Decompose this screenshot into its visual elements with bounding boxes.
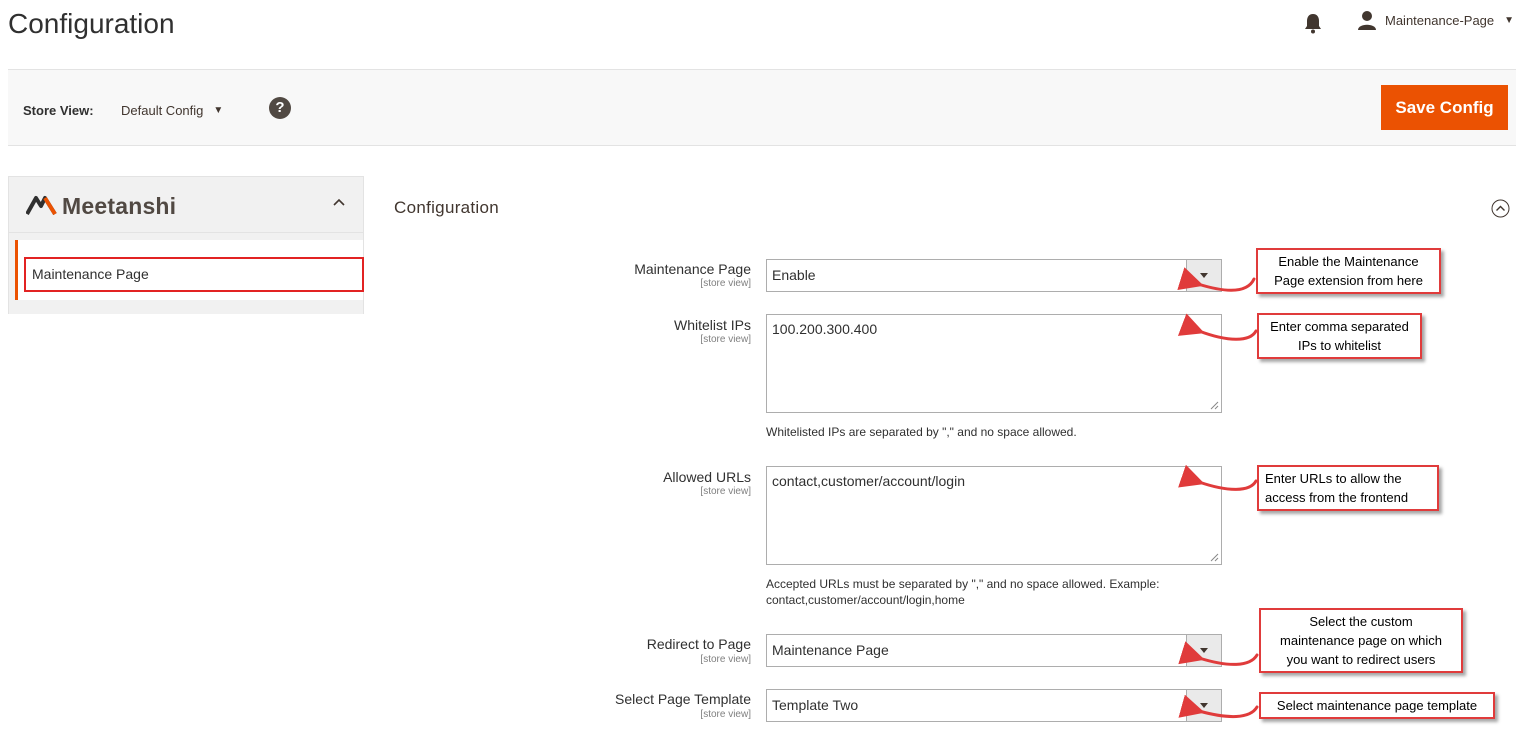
maintenance-page-label: Maintenance Page [634,261,751,277]
allowed-urls-value: contact,customer/account/login [772,473,965,489]
callout-text: access from the frontend [1265,490,1409,505]
user-name: Maintenance-Page [1385,12,1495,28]
redirect-to-page-label: Redirect to Page [646,636,751,652]
dropdown-arrow-icon [1186,690,1221,721]
callout-redirect: Select the custom maintenance page on wh… [1259,608,1463,673]
maintenance-page-value: Enable [772,267,816,283]
chevron-down-icon: ▼ [213,105,224,116]
store-view-switcher[interactable]: Default Config ▼ [121,103,223,118]
page-template-select[interactable]: Template Two [766,689,1222,722]
whitelist-ips-note: Whitelisted IPs are separated by "," and… [766,425,1077,439]
user-menu[interactable]: Maintenance-Page ▼ [1357,10,1514,30]
callout-urls: Enter URLs to allow the access from the … [1257,465,1439,511]
chevron-down-icon: ▼ [1504,14,1515,26]
maintenance-page-select[interactable]: Enable [766,259,1222,292]
meetanshi-logo-icon [26,196,57,215]
allowed-urls-label: Allowed URLs [663,469,751,485]
section-title[interactable]: Configuration [394,198,499,218]
callout-text: Select the custom [1309,614,1413,629]
whitelist-ips-value: 100.200.300.400 [772,321,878,337]
redirect-to-page-value: Maintenance Page [772,642,889,658]
resize-handle-icon[interactable] [1210,553,1219,562]
chevron-up-icon[interactable] [331,195,347,211]
allowed-urls-note: Accepted URLs must be separated by "," a… [766,576,1216,608]
sidebar-tab-header[interactable]: Meetanshi [9,177,363,233]
callout-text: Select maintenance page template [1276,698,1478,713]
dropdown-arrow-icon [1186,260,1221,291]
dropdown-arrow-icon [1186,635,1221,666]
redirect-to-page-scope: [store view] [700,654,751,665]
callout-text: you want to redirect users [1286,652,1436,667]
callout-ips: Enter comma separated IPs to whitelist [1257,313,1422,359]
allowed-urls-textarea[interactable]: contact,customer/account/login [766,466,1222,565]
whitelist-ips-label: Whitelist IPs [673,317,751,333]
collapse-section-icon[interactable] [1491,199,1510,218]
user-icon [1358,11,1376,30]
page-template-value: Template Two [772,697,859,713]
notification-bell-icon[interactable] [1303,12,1323,34]
callout-text: Enter URLs to allow the [1265,471,1402,486]
store-view-bar: Store View: Default Config ▼ ? Save Conf… [8,69,1516,146]
allowed-urls-note-line2: contact,customer/account/login,home [766,593,965,607]
callout-text: Page extension from here [1274,273,1423,288]
allowed-urls-scope: [store view] [700,486,751,497]
config-sidebar: Meetanshi Maintenance Page [8,176,364,314]
callout-text: Enable the Maintenance [1278,254,1419,269]
callout-enable: Enable the Maintenance Page extension fr… [1256,248,1441,294]
sidebar-body: Maintenance Page [9,234,364,314]
sidebar-item-label: Maintenance Page [24,257,364,292]
callout-text: maintenance page on which [1280,633,1442,648]
store-view-value: Default Config [121,103,204,118]
callout-template: Select maintenance page template [1259,692,1495,719]
brand-name: Meetanshi [62,193,177,219]
maintenance-page-scope: [store view] [700,278,751,289]
sidebar-item-maintenance-page[interactable]: Maintenance Page [15,240,364,300]
callout-text: Enter comma separated [1270,319,1409,334]
page-template-label: Select Page Template [615,691,751,707]
redirect-to-page-select[interactable]: Maintenance Page [766,634,1222,667]
resize-handle-icon[interactable] [1210,401,1219,410]
whitelist-ips-textarea[interactable]: 100.200.300.400 [766,314,1222,413]
save-config-button[interactable]: Save Config [1381,85,1508,130]
callout-text: IPs to whitelist [1297,338,1382,353]
page-title: Configuration [8,8,175,39]
allowed-urls-note-line1: Accepted URLs must be separated by "," a… [766,577,1160,591]
help-icon[interactable]: ? [269,97,291,119]
whitelist-ips-scope: [store view] [700,334,751,345]
page-template-scope: [store view] [700,709,751,720]
store-view-label: Store View: [23,103,94,118]
